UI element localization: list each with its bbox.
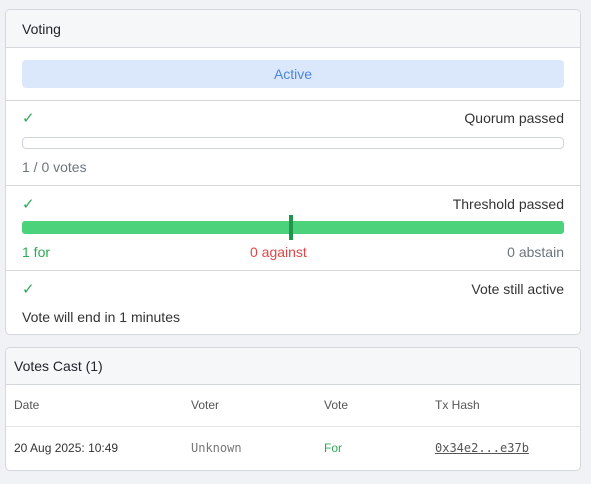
threshold-section: ✓ Threshold passed 1 for 0 against 0 abs… <box>6 186 580 271</box>
votes-cast-card: Votes Cast (1) Date Voter Vote Tx Hash 2… <box>5 347 581 471</box>
against-count: 0 against <box>250 244 307 260</box>
vote-choice: For <box>324 441 342 456</box>
end-label: Vote still active <box>471 281 564 297</box>
end-check-icon: ✓ <box>22 281 35 298</box>
voter-name: Unknown <box>191 441 242 456</box>
threshold-check-icon: ✓ <box>22 196 35 213</box>
column-header-voter: Voter <box>183 385 316 427</box>
column-header-vote: Vote <box>316 385 427 427</box>
quorum-row: ✓ Quorum passed <box>22 109 564 127</box>
quorum-section: ✓ Quorum passed 1 / 0 votes <box>6 101 580 186</box>
voting-header: Voting <box>6 10 580 48</box>
vote-end-text: Vote will end in 1 minutes <box>22 309 180 325</box>
for-count: 1 for <box>22 244 51 260</box>
threshold-bar <box>22 215 564 240</box>
voting-card: Voting Active ✓ Quorum passed 1 / 0 vote… <box>5 9 581 335</box>
end-section: ✓ Vote still active Vote will end in 1 m… <box>6 271 580 334</box>
quorum-label: Quorum passed <box>464 110 564 126</box>
status-section: Active <box>6 48 580 101</box>
end-row: ✓ Vote still active <box>22 280 564 298</box>
votes-cast-header: Votes Cast (1) <box>6 348 580 385</box>
threshold-label: Threshold passed <box>452 196 564 212</box>
quorum-check-icon: ✓ <box>22 110 35 127</box>
status-badge: Active <box>22 60 564 88</box>
votes-table-header-row: Date Voter Vote Tx Hash <box>6 385 580 427</box>
abstain-count: 0 abstain <box>507 244 564 260</box>
tx-hash-cell: 0x34e2...e37b <box>427 426 580 470</box>
votes-table: Date Voter Vote Tx Hash 20 Aug 2025: 10:… <box>6 385 580 470</box>
threshold-row: ✓ Threshold passed <box>22 195 564 213</box>
column-header-date: Date <box>6 385 183 427</box>
quorum-progress-bar <box>22 137 564 149</box>
quorum-votes-count: 1 / 0 votes <box>22 159 87 175</box>
vote-date: 20 Aug 2025: 10:49 <box>14 441 119 456</box>
threshold-marker <box>289 215 293 240</box>
table-row: 20 Aug 2025: 10:49 Unknown For 0x34e2...… <box>6 426 580 470</box>
column-header-tx-hash: Tx Hash <box>427 385 580 427</box>
tx-hash-link[interactable]: 0x34e2...e37b <box>435 441 529 455</box>
